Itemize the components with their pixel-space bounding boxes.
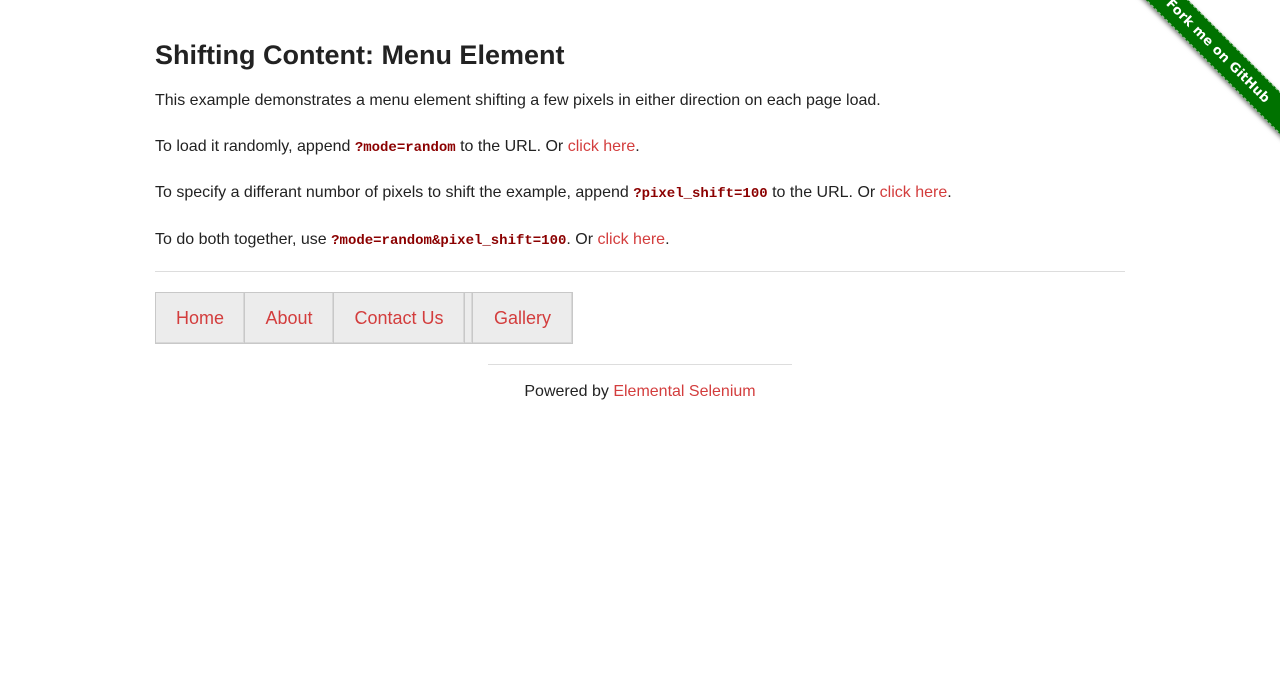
footer-prefix: Powered by <box>524 383 614 400</box>
both-link[interactable]: click here <box>598 231 666 248</box>
footer-divider <box>488 364 792 365</box>
menu-item-home[interactable]: Home <box>155 292 245 344</box>
menu-link-about[interactable]: About <box>245 293 333 343</box>
description-label: This example demonstrates a menu element… <box>155 92 881 109</box>
random-mode-instructions: To load it randomly, append ?mode=random… <box>155 137 1125 158</box>
both-prefix: To do both together, use <box>155 231 332 248</box>
main-content: Shifting Content: Menu Element This exam… <box>155 38 1125 251</box>
both-instructions: To do both together, use ?mode=random&pi… <box>155 230 1125 251</box>
both-middle: . Or <box>566 231 598 248</box>
random-mode-link[interactable]: click here <box>568 138 636 155</box>
pixel-shift-suffix: . <box>947 184 952 201</box>
menu-link-contact-us[interactable]: Contact Us <box>334 293 464 343</box>
menu-link-home[interactable]: Home <box>156 293 244 343</box>
footer: Powered by Elemental Selenium <box>488 382 792 402</box>
page-title: Shifting Content: Menu Element <box>155 40 565 70</box>
pixel-shift-middle: to the URL. Or <box>767 184 880 201</box>
github-ribbon-container: Fork me on GitHub <box>1130 0 1280 150</box>
pixel-shift-instructions: To specify a differant numbor of pixels … <box>155 183 1125 204</box>
page: Shifting Content: Menu Element This exam… <box>0 0 1280 675</box>
both-suffix: . <box>665 231 670 248</box>
menu-item-about[interactable]: About <box>244 292 334 344</box>
both-param: ?mode=random&pixel_shift=100 <box>331 233 567 249</box>
elemental-selenium-link[interactable]: Elemental Selenium <box>613 383 755 400</box>
random-mode-param: ?mode=random <box>354 140 456 156</box>
random-prefix: To load it randomly, append <box>155 138 355 155</box>
pixel-shift-prefix: To specify a differant numbor of pixels … <box>155 184 634 201</box>
menu-link-empty[interactable] <box>465 293 472 343</box>
random-suffix: . <box>635 138 640 155</box>
pixel-shift-link[interactable]: click here <box>880 184 948 201</box>
menu-item-contact-us[interactable]: Contact Us <box>333 292 465 344</box>
random-middle: to the URL. Or <box>455 138 568 155</box>
fork-me-on-github-ribbon[interactable]: Fork me on GitHub <box>1130 0 1280 140</box>
content-divider <box>155 271 1125 272</box>
menu-item-gallery[interactable]: Gallery <box>472 292 573 344</box>
pixel-shift-param: ?pixel_shift=100 <box>633 186 768 202</box>
menu-link-gallery[interactable]: Gallery <box>473 293 572 343</box>
description-text: This example demonstrates a menu element… <box>155 91 1125 111</box>
